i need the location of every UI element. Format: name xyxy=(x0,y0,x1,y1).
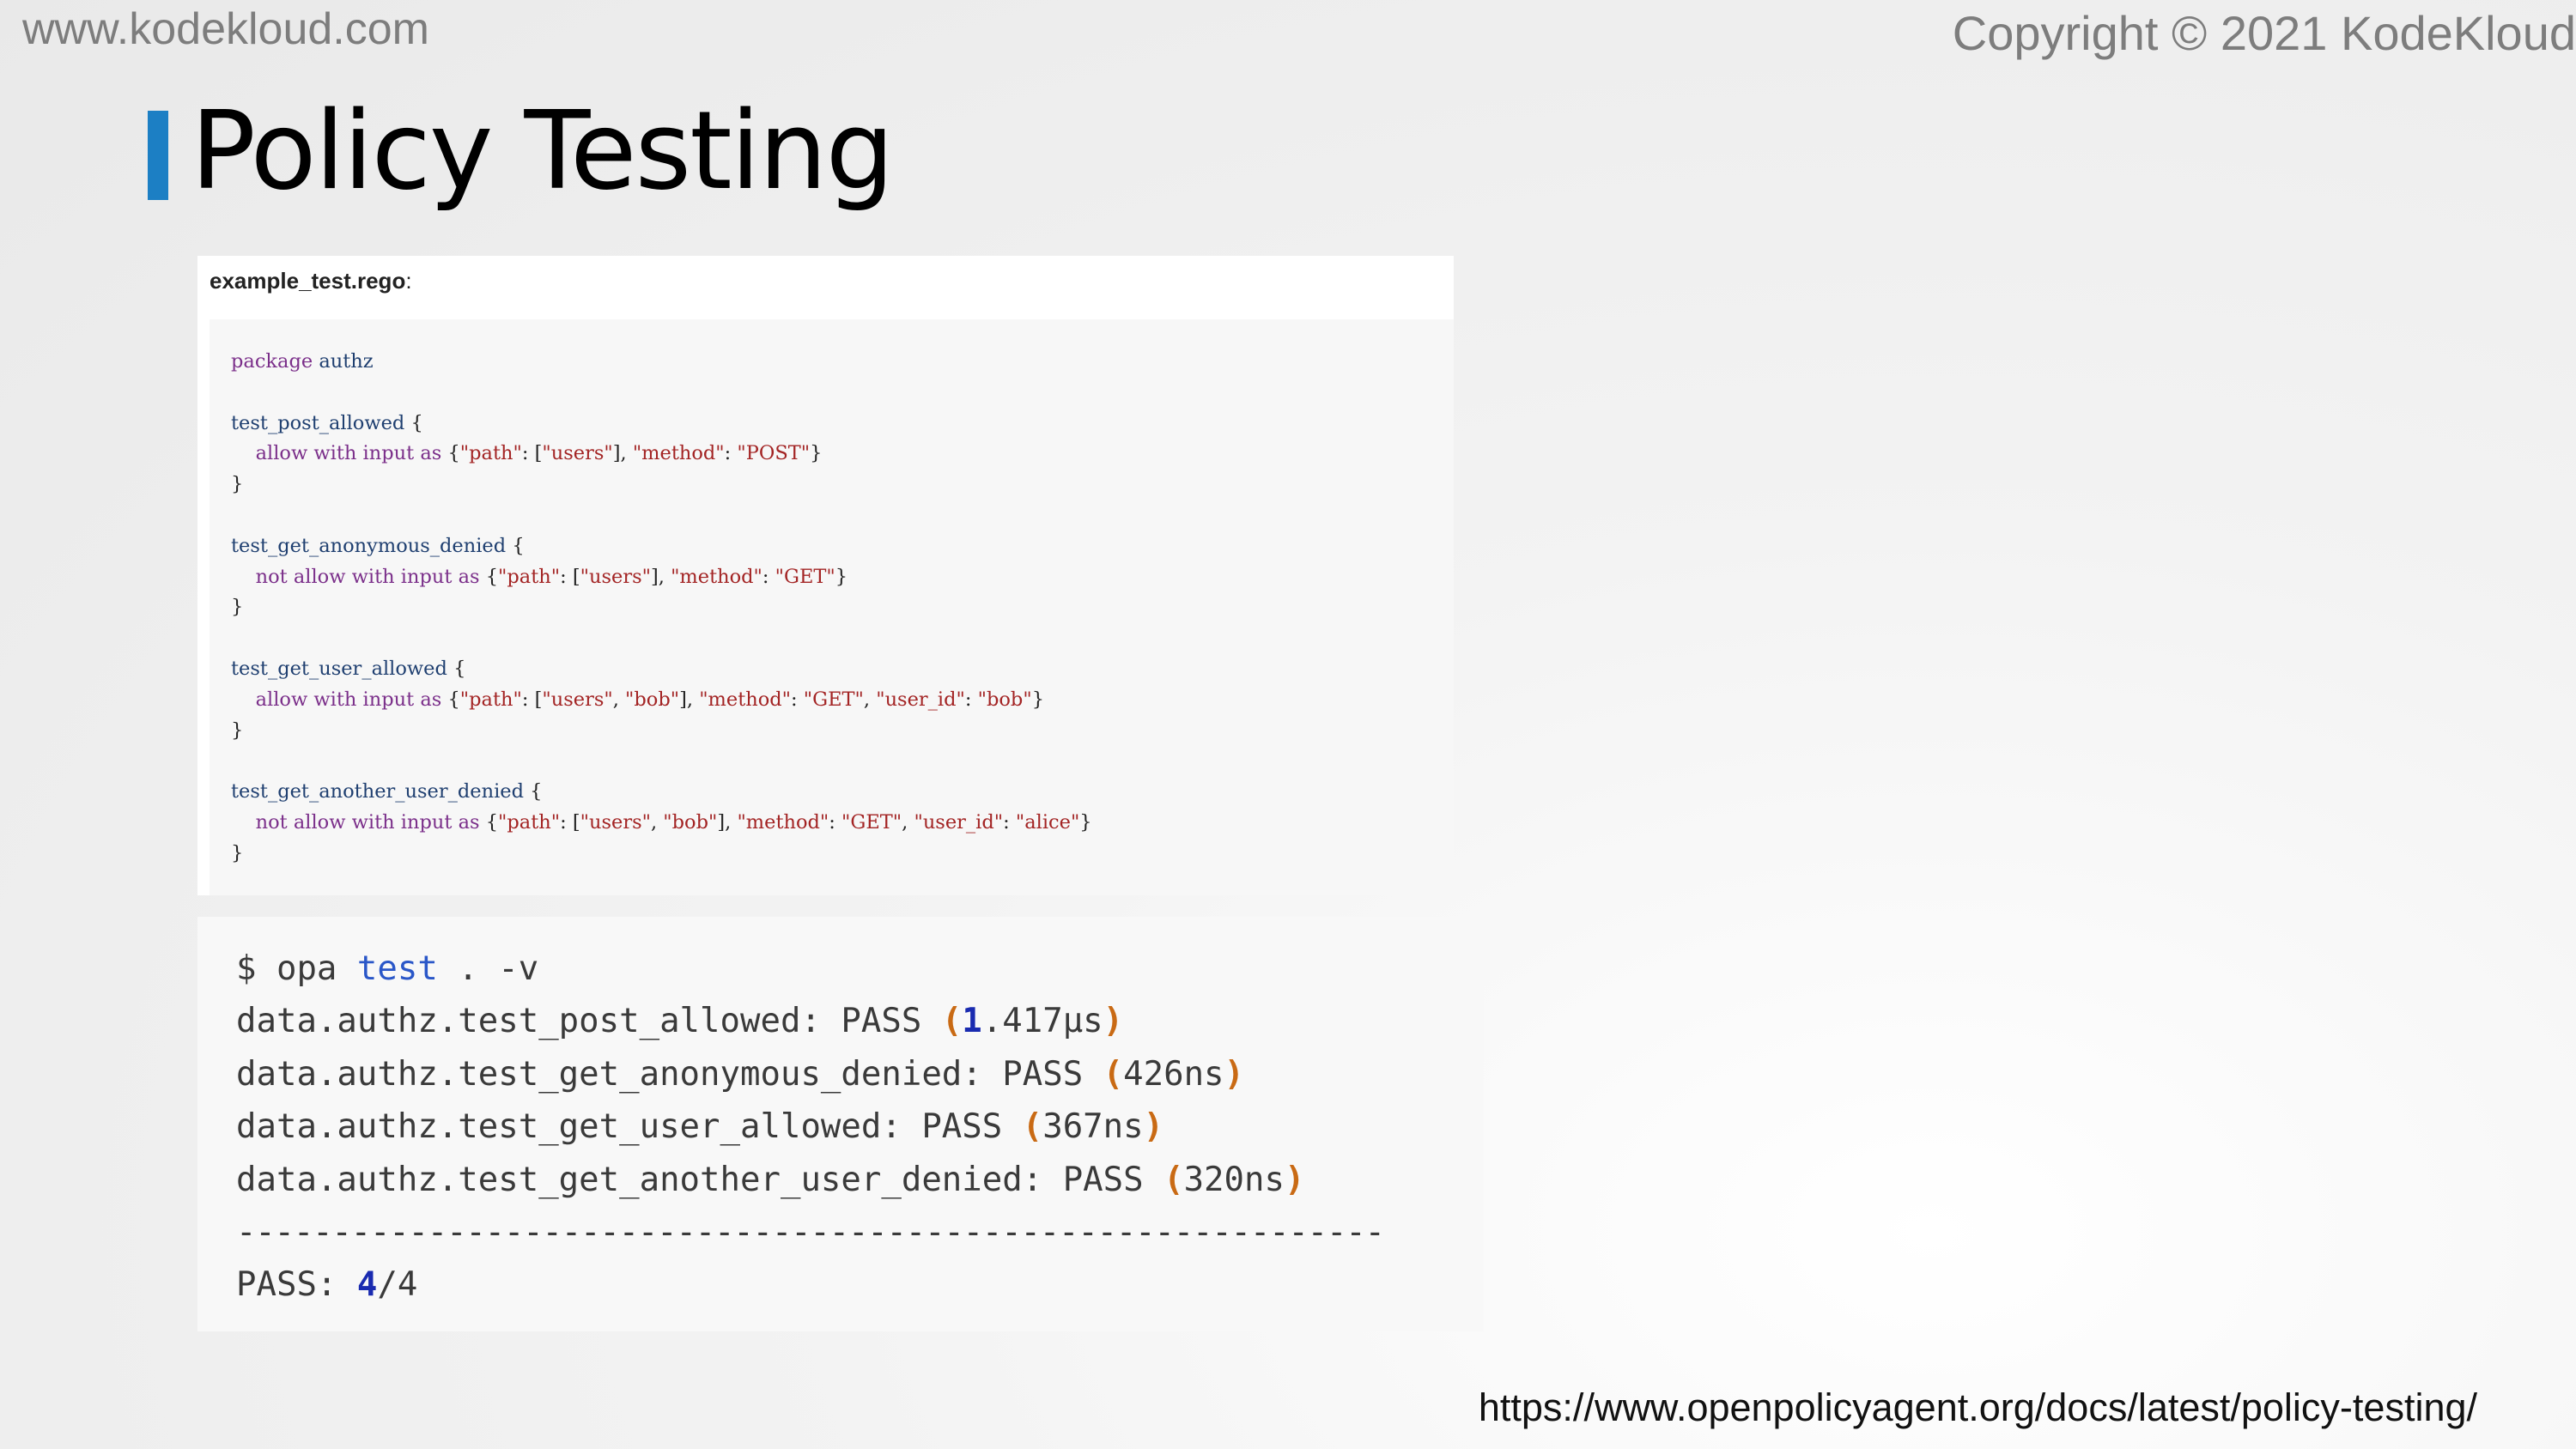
code-filename-colon: : xyxy=(405,268,412,294)
title-accent-bar xyxy=(148,111,168,200)
code-line: test_get_user_allowed { xyxy=(231,657,466,680)
code-line: allow with input as {"path": ["users", "… xyxy=(255,688,1045,711)
code-line: not allow with input as {"path": ["users… xyxy=(255,565,848,588)
code-lines: package authz test_post_allowed { allow … xyxy=(231,347,1092,870)
test-status: PASS xyxy=(921,1107,1003,1147)
copyright-notice: Copyright © 2021 KodeKloud xyxy=(1952,6,2576,60)
test-status: PASS xyxy=(1002,1054,1084,1094)
code-line: test_get_another_user_denied { xyxy=(231,780,543,803)
terminal-summary: PASS: 4/4 xyxy=(236,1265,418,1305)
test-result-line: data.authz.test_get_user_allowed: PASS (… xyxy=(236,1100,1384,1153)
test-name: data.authz.test_post_allowed: xyxy=(236,1002,821,1041)
code-line: test_get_anonymous_denied { xyxy=(231,534,525,557)
test-result-line: data.authz.test_get_another_user_denied:… xyxy=(236,1154,1384,1206)
test-result-line: data.authz.test_post_allowed: PASS (1.41… xyxy=(236,995,1384,1047)
code-block: package authz test_post_allowed { allow … xyxy=(210,319,1454,895)
code-filename-name: example_test.rego xyxy=(210,268,406,294)
code-filename: example_test.rego: xyxy=(210,268,412,294)
code-line: } xyxy=(231,718,244,742)
code-line: allow with input as {"path": ["users"], … xyxy=(255,442,823,465)
terminal-lines: $ opa test . -v data.authz.test_post_allo… xyxy=(236,943,1385,1312)
test-status: PASS xyxy=(1062,1160,1144,1199)
test-name: data.authz.test_get_anonymous_denied: xyxy=(236,1054,982,1094)
test-result-line: data.authz.test_get_anonymous_denied: PA… xyxy=(236,1048,1384,1100)
terminal-command: $ opa test . -v xyxy=(236,949,539,988)
code-line: } xyxy=(231,841,244,864)
test-duration: (320ns) xyxy=(1163,1160,1305,1199)
source-link[interactable]: https://www.openpolicyagent.org/docs/lat… xyxy=(1479,1385,2477,1430)
test-status: PASS xyxy=(841,1002,922,1041)
test-name: data.authz.test_get_another_user_denied: xyxy=(236,1160,1043,1199)
slide-title: Policy Testing xyxy=(191,88,894,214)
test-duration: (1.417µs) xyxy=(941,1002,1124,1041)
test-duration: (367ns) xyxy=(1022,1107,1164,1147)
site-url: www.kodekloud.com xyxy=(22,4,429,54)
code-line: test_post_allowed { xyxy=(231,411,423,434)
terminal-output: $ opa test . -v data.authz.test_post_allo… xyxy=(197,917,1484,1331)
test-duration: (426ns) xyxy=(1103,1054,1245,1094)
terminal-separator: ----------------------------------------… xyxy=(236,1212,1385,1252)
code-line: } xyxy=(231,473,244,496)
code-line: package authz xyxy=(231,350,374,373)
code-panel: example_test.rego: package authz test_po… xyxy=(197,256,1454,895)
code-line: not allow with input as {"path": ["users… xyxy=(255,810,1092,834)
test-name: data.authz.test_get_user_allowed: xyxy=(236,1107,902,1147)
code-line: } xyxy=(231,596,244,619)
